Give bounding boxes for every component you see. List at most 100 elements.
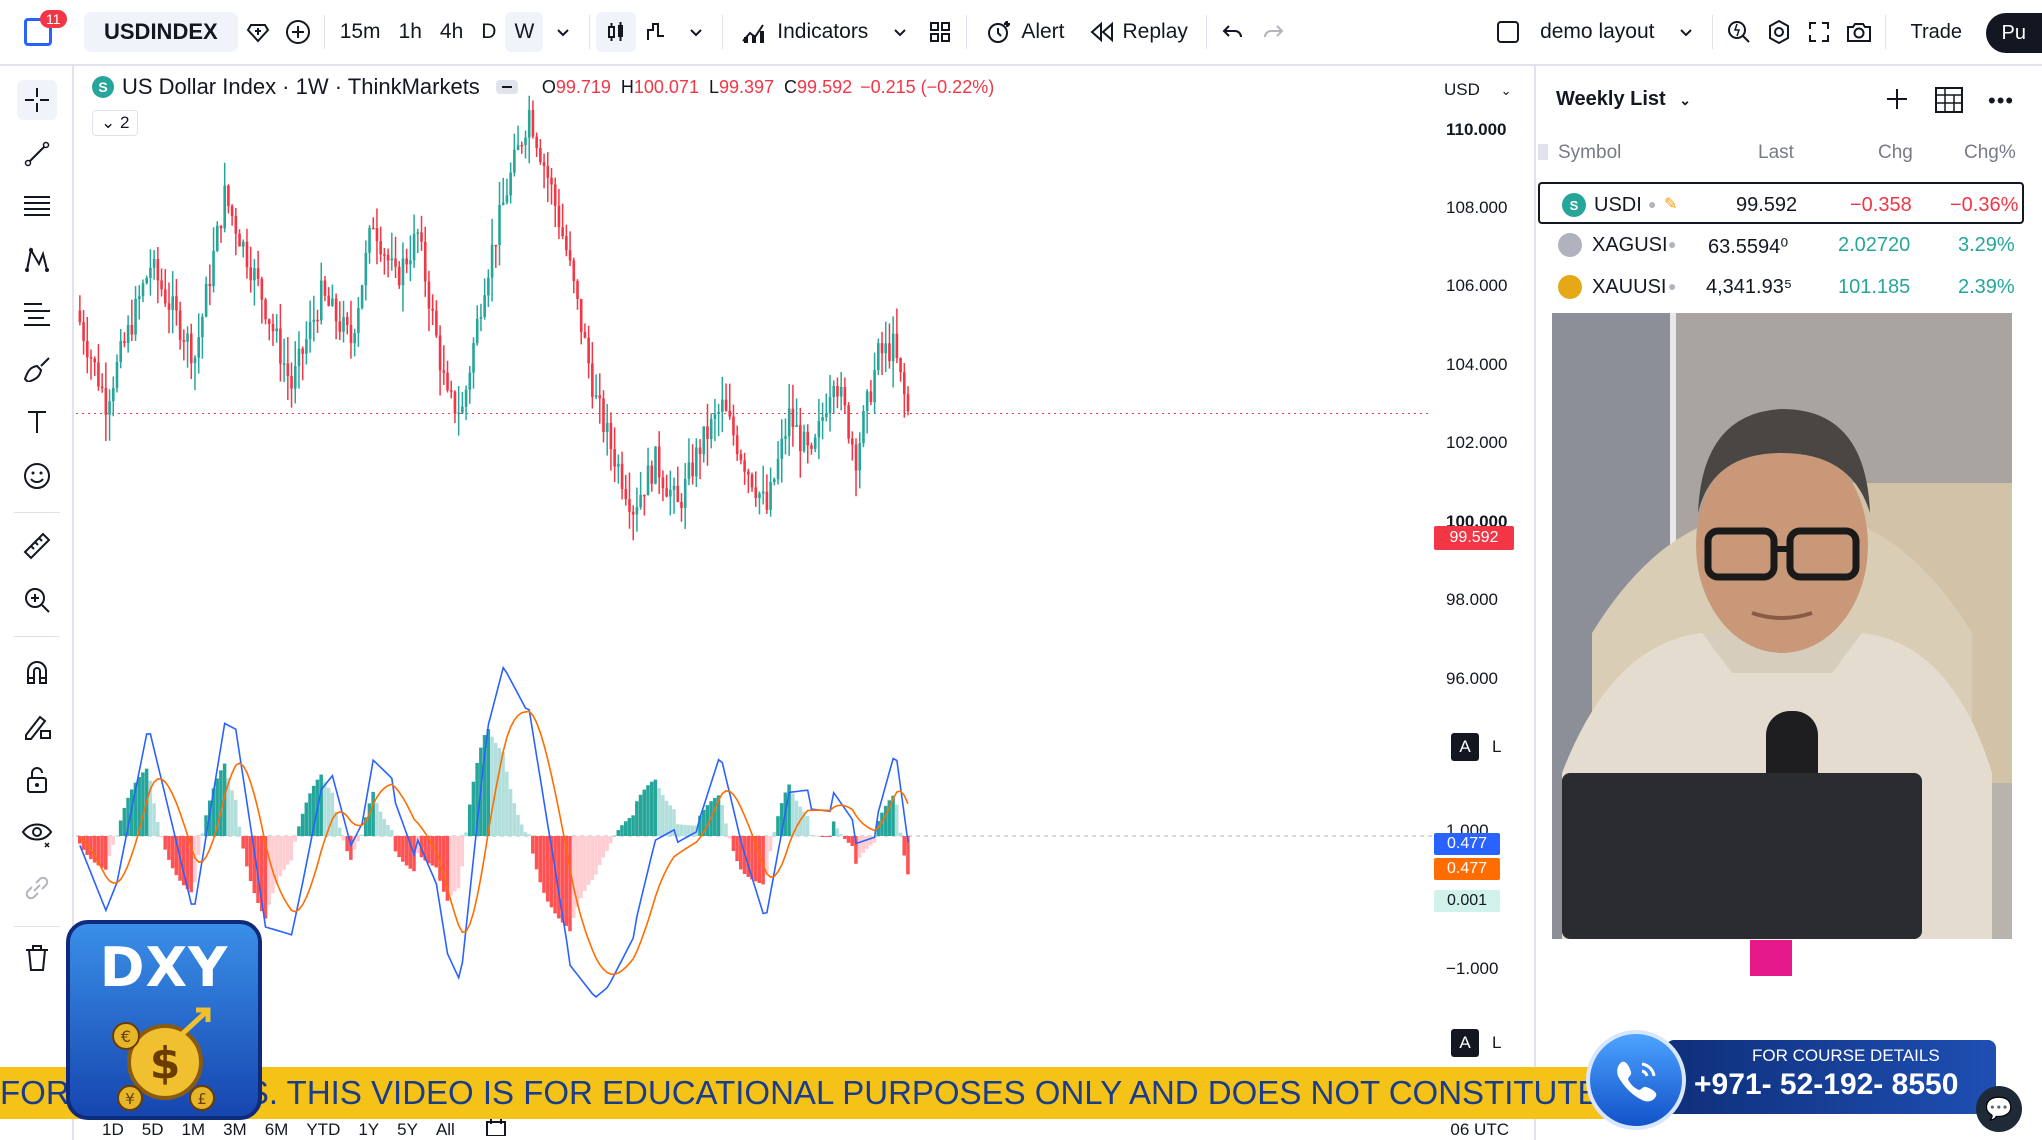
chart-type-chevron-icon[interactable]: [676, 12, 716, 52]
range-all[interactable]: All: [436, 1120, 455, 1140]
column-header-chg-percent[interactable]: Chg%: [1964, 142, 2016, 164]
column-header-symbol[interactable]: Symbol: [1558, 142, 1621, 164]
interval-w[interactable]: W: [505, 12, 544, 52]
layout-square-icon[interactable]: [1488, 12, 1528, 52]
ruler-measure-icon[interactable]: [17, 526, 57, 566]
indicators-collapse-button[interactable]: ⌄ 2: [92, 110, 139, 136]
trash-delete-icon[interactable]: [17, 938, 57, 978]
redo-icon[interactable]: [1253, 12, 1293, 52]
divider: [323, 15, 325, 49]
emoji-tool-icon[interactable]: [17, 456, 57, 496]
alert-button[interactable]: Alert: [973, 0, 1076, 65]
close-value: 99.592: [797, 76, 853, 97]
forecast-tool-icon[interactable]: [17, 294, 57, 334]
fib-lines-tool-icon[interactable]: [17, 186, 57, 226]
indicators-button[interactable]: Indicators: [729, 0, 880, 65]
range-1d[interactable]: 1D: [102, 1120, 124, 1140]
candle-body: [765, 491, 769, 510]
interval-4h[interactable]: 4h: [431, 20, 472, 44]
histogram-bar: [519, 824, 524, 836]
zoom-in-icon[interactable]: [17, 580, 57, 620]
histogram-bar: [527, 834, 531, 836]
column-drag-handle[interactable]: [1538, 144, 1548, 160]
layout-chevron-icon[interactable]: [1666, 12, 1706, 52]
text-tool-icon[interactable]: [17, 402, 57, 442]
histogram-bar: [843, 836, 847, 839]
interval-dropdown-chevron-icon[interactable]: [543, 12, 583, 52]
macd-log-scale-button[interactable]: L: [1492, 1033, 1501, 1053]
histogram-bar: [441, 836, 446, 892]
macd-auto-scale-button[interactable]: A: [1451, 1029, 1479, 1057]
candles-chart-type-icon[interactable]: [596, 12, 637, 52]
calendar-icon[interactable]: [485, 1118, 507, 1140]
watchlist-row[interactable]: S USDI ● ✎ 99.592 −0.358 −0.36%: [1538, 182, 2024, 224]
range-3m[interactable]: 3M: [223, 1120, 247, 1140]
layout-name-button[interactable]: demo layout: [1528, 0, 1666, 65]
settings-gear-icon[interactable]: [1759, 12, 1799, 52]
auto-scale-button[interactable]: A: [1451, 733, 1479, 761]
legend-title[interactable]: US Dollar Index · 1W · ThinkMarkets: [122, 74, 480, 100]
candle-body: [431, 308, 434, 311]
range-5d[interactable]: 5D: [142, 1120, 164, 1140]
candle-body: [888, 343, 891, 362]
advanced-view-table-icon[interactable]: [1934, 86, 1964, 119]
candle-body: [609, 422, 613, 450]
histogram-bar: [642, 789, 647, 836]
brush-tool-icon[interactable]: [17, 348, 57, 388]
timezone-label[interactable]: 06 UTC: [1450, 1120, 1509, 1140]
crosshair-tool-icon[interactable]: [17, 80, 57, 120]
magnet-icon[interactable]: [17, 652, 57, 692]
interval-1h[interactable]: 1h: [390, 20, 431, 44]
fullscreen-icon[interactable]: [1799, 12, 1839, 52]
trade-button[interactable]: Trade: [1892, 0, 1980, 65]
candle-body: [409, 260, 412, 265]
webcam-video: [1552, 313, 2012, 939]
histogram-bar: [664, 800, 669, 836]
candle-body: [487, 277, 490, 296]
indicators-chevron-icon[interactable]: [880, 12, 920, 52]
visibility-eye-icon[interactable]: [17, 814, 57, 854]
more-options-icon[interactable]: •••: [1988, 88, 2014, 114]
link-chain-icon[interactable]: [17, 868, 57, 908]
notification-badge[interactable]: 11: [40, 10, 67, 28]
interval-d[interactable]: D: [472, 20, 505, 44]
favorite-diamond-icon[interactable]: [238, 12, 278, 52]
symbol-search-button[interactable]: USDINDEX: [84, 12, 238, 52]
candle-body: [732, 416, 735, 436]
watchlist-row[interactable]: XAGUSI ● 63.5594⁰ 2.02720 3.29%: [1536, 224, 2026, 266]
line-chart-type-icon[interactable]: [636, 12, 676, 52]
hide-legend-icon[interactable]: [495, 80, 518, 94]
candle-body: [687, 462, 691, 479]
price-chart[interactable]: [76, 66, 1432, 1066]
range-1m[interactable]: 1M: [181, 1120, 205, 1140]
price-scale[interactable]: 110.000 108.000 106.000 104.000 102.000 …: [1432, 66, 1532, 1066]
watchlist-title[interactable]: Weekly List ⌄: [1556, 88, 1691, 111]
add-symbol-plus-icon[interactable]: [1884, 86, 1910, 117]
unlock-icon[interactable]: [17, 760, 57, 800]
column-header-last[interactable]: Last: [1758, 142, 1794, 164]
publish-button[interactable]: Pu: [1985, 13, 2042, 53]
histogram-value-badge: 0.001: [1434, 890, 1500, 912]
histogram-bar: [196, 836, 201, 856]
trend-line-tool-icon[interactable]: [17, 134, 57, 174]
interval-15m[interactable]: 15m: [331, 20, 390, 44]
templates-grid-icon[interactable]: [920, 12, 960, 52]
column-header-chg[interactable]: Chg: [1878, 142, 1913, 164]
pattern-tool-icon[interactable]: [17, 240, 57, 280]
watchlist-row[interactable]: XAUUSI ● 4,341.93⁵ 101.185 2.39%: [1536, 266, 2026, 308]
range-ytd[interactable]: YTD: [306, 1120, 340, 1140]
histogram-bar: [538, 836, 543, 883]
compare-add-icon[interactable]: [278, 12, 318, 52]
quick-search-icon[interactable]: [1719, 12, 1759, 52]
log-scale-button[interactable]: L: [1492, 737, 1501, 757]
lock-drawing-pen-icon[interactable]: [17, 706, 57, 746]
range-1y[interactable]: 1Y: [358, 1120, 379, 1140]
snapshot-camera-icon[interactable]: [1839, 12, 1879, 52]
candle-body: [758, 493, 761, 498]
chat-bubble-icon[interactable]: 💬: [1976, 1086, 2022, 1132]
range-6m[interactable]: 6M: [265, 1120, 289, 1140]
undo-icon[interactable]: [1213, 12, 1253, 52]
replay-button[interactable]: Replay: [1077, 0, 1200, 65]
edit-note-icon[interactable]: ✎: [1664, 194, 1677, 214]
range-5y[interactable]: 5Y: [397, 1120, 418, 1140]
